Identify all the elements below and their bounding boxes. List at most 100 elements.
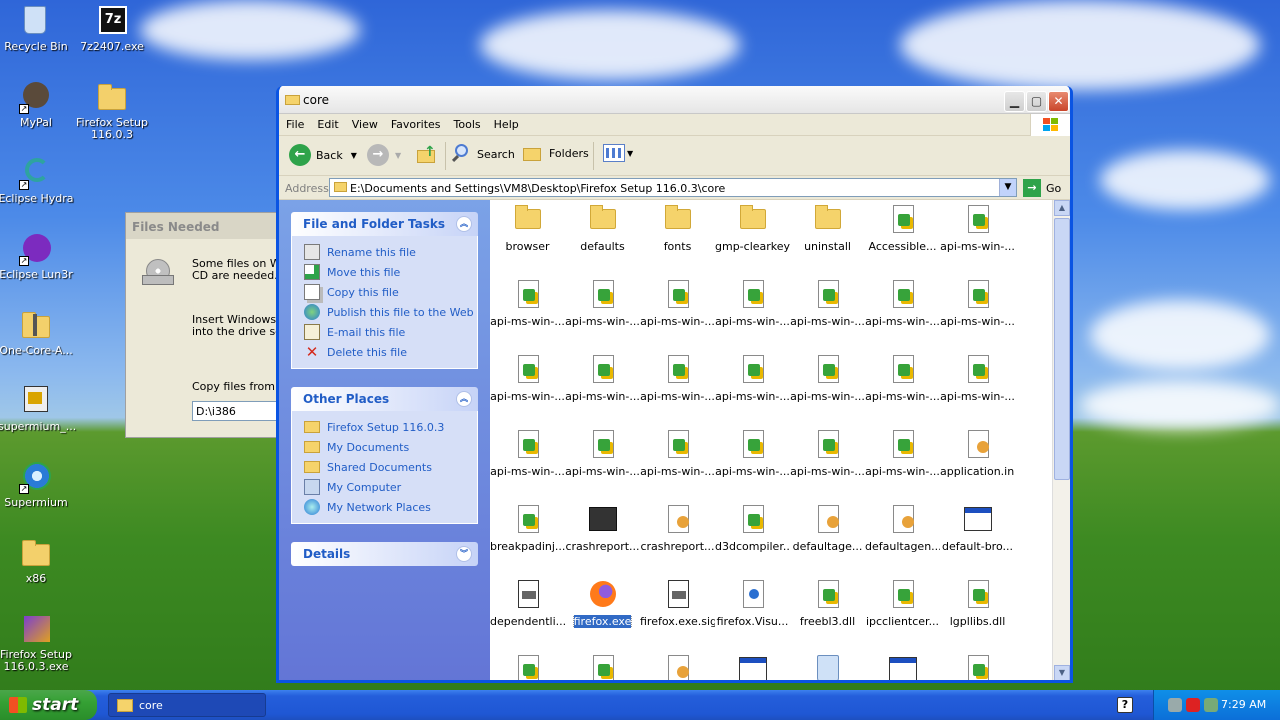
file-item[interactable]: d3dcompiler... bbox=[715, 503, 790, 553]
menu-tools[interactable]: Tools bbox=[447, 114, 487, 131]
task-move-file[interactable]: Move this file bbox=[304, 262, 477, 282]
scroll-up-button[interactable]: ▲ bbox=[1054, 200, 1070, 216]
file-item[interactable]: browser bbox=[490, 203, 565, 253]
file-item[interactable]: uninstall bbox=[790, 203, 865, 253]
file-item[interactable]: api-ms-win-... bbox=[640, 428, 715, 478]
clock[interactable]: 7:29 AM bbox=[1221, 698, 1266, 711]
menu-help[interactable]: Help bbox=[487, 114, 525, 131]
file-item[interactable]: api-ms-win-... bbox=[790, 278, 865, 328]
task-delete-file[interactable]: ✕ Delete this file bbox=[304, 342, 477, 362]
collapse-chevron-icon[interactable]: ︽ bbox=[456, 391, 472, 407]
file-item[interactable]: firefox.exe bbox=[565, 578, 640, 628]
task-rename-file[interactable]: Rename this file bbox=[304, 242, 477, 262]
file-item[interactable]: defaults bbox=[565, 203, 640, 253]
place-firefox-setup[interactable]: Firefox Setup 116.0.3 bbox=[304, 417, 477, 437]
file-folder-tasks-header[interactable]: File and Folder Tasks ︽ bbox=[291, 212, 478, 236]
file-item[interactable]: defaultage... bbox=[790, 503, 865, 553]
back-button[interactable]: ← Back ▼ bbox=[289, 144, 357, 166]
file-item[interactable]: api-ms-win-... bbox=[940, 203, 1015, 253]
file-item[interactable]: api-ms-win-... bbox=[490, 428, 565, 478]
file-item[interactable]: crashreport... bbox=[640, 503, 715, 553]
file-item[interactable]: api-ms-win-... bbox=[715, 353, 790, 403]
file-item[interactable] bbox=[940, 653, 1015, 680]
file-item[interactable]: api-ms-win-... bbox=[940, 353, 1015, 403]
maximize-button[interactable]: ▢ bbox=[1026, 91, 1047, 112]
views-button[interactable]: ▼ bbox=[603, 144, 633, 162]
file-item[interactable]: default-bro... bbox=[940, 503, 1015, 553]
task-copy-file[interactable]: Copy this file bbox=[304, 282, 477, 302]
file-item[interactable]: application.ini bbox=[940, 428, 1015, 478]
file-item[interactable]: ipcclientcer... bbox=[865, 578, 940, 628]
file-item[interactable]: firefox.exe.sig bbox=[640, 578, 715, 628]
desktop-icon-x86[interactable]: x86 bbox=[0, 536, 74, 585]
search-button[interactable]: Search bbox=[451, 144, 515, 164]
file-item[interactable]: api-ms-win-... bbox=[865, 278, 940, 328]
file-item[interactable] bbox=[715, 653, 790, 680]
file-item[interactable]: api-ms-win-... bbox=[640, 278, 715, 328]
up-folder-button[interactable]: ↑ bbox=[417, 144, 439, 164]
file-item[interactable]: api-ms-win-... bbox=[715, 428, 790, 478]
file-item[interactable]: defaultagen... bbox=[865, 503, 940, 553]
help-icon[interactable]: ? bbox=[1117, 697, 1133, 713]
file-item[interactable]: dependentli... bbox=[490, 578, 565, 628]
details-header[interactable]: Details ︾ bbox=[291, 542, 478, 566]
file-item[interactable]: crashreport... bbox=[565, 503, 640, 553]
desktop-icon-mypal[interactable]: ↗ MyPal bbox=[0, 80, 74, 129]
minimize-button[interactable]: ▁ bbox=[1004, 91, 1025, 112]
network-tray-icon[interactable] bbox=[1168, 698, 1182, 712]
file-item[interactable]: api-ms-win-... bbox=[565, 353, 640, 403]
desktop-icon-recycle-bin[interactable]: Recycle Bin bbox=[0, 4, 74, 53]
folders-button[interactable]: Folders bbox=[523, 144, 589, 162]
file-item[interactable]: api-ms-win-... bbox=[940, 278, 1015, 328]
explorer-window[interactable]: core ▁ ▢ ✕ File Edit View Favorites Tools Hel… bbox=[276, 86, 1073, 683]
other-places-header[interactable]: Other Places ︽ bbox=[291, 387, 478, 411]
file-item[interactable]: breakpadinj... bbox=[490, 503, 565, 553]
file-item[interactable]: Accessible... bbox=[865, 203, 940, 253]
file-item[interactable] bbox=[565, 653, 640, 680]
file-item[interactable] bbox=[790, 653, 865, 680]
menu-edit[interactable]: Edit bbox=[310, 114, 344, 131]
file-item[interactable]: api-ms-win-... bbox=[865, 353, 940, 403]
file-item[interactable]: api-ms-win-... bbox=[565, 278, 640, 328]
start-button[interactable]: start bbox=[0, 690, 97, 720]
file-item[interactable]: gmp-clearkey bbox=[715, 203, 790, 253]
back-dropdown-icon[interactable]: ▼ bbox=[351, 151, 357, 160]
safely-remove-icon[interactable] bbox=[1204, 698, 1218, 712]
menu-view[interactable]: View bbox=[345, 114, 384, 131]
file-item[interactable]: api-ms-win-... bbox=[490, 353, 565, 403]
address-input[interactable]: E:\Documents and Settings\VM8\Desktop\Fi… bbox=[329, 178, 1017, 197]
file-item[interactable]: api-ms-win-... bbox=[565, 428, 640, 478]
desktop-icon-firefox-setup-exe[interactable]: Firefox Setup 116.0.3.exe bbox=[0, 612, 74, 673]
scroll-thumb[interactable] bbox=[1054, 218, 1070, 480]
task-publish-web[interactable]: Publish this file to the Web bbox=[304, 302, 477, 322]
security-shield-icon[interactable] bbox=[1186, 698, 1200, 712]
file-item[interactable]: api-ms-win-... bbox=[790, 428, 865, 478]
desktop-icon-eclipse-lun3r[interactable]: ↗ Eclipse Lun3r bbox=[0, 232, 74, 281]
place-shared-documents[interactable]: Shared Documents bbox=[304, 457, 477, 477]
expand-chevron-icon[interactable]: ︾ bbox=[456, 546, 472, 562]
menu-file[interactable]: File bbox=[279, 114, 310, 131]
file-item[interactable]: firefox.Visu... bbox=[715, 578, 790, 628]
vertical-scrollbar[interactable]: ▲ ▼ bbox=[1052, 200, 1070, 680]
menu-favorites[interactable]: Favorites bbox=[384, 114, 447, 131]
desktop-icon-one-core[interactable]: One-Core-A... bbox=[0, 308, 74, 357]
place-my-computer[interactable]: My Computer bbox=[304, 477, 477, 497]
file-item[interactable] bbox=[640, 653, 715, 680]
address-dropdown-icon[interactable]: ▼ bbox=[999, 179, 1016, 196]
place-my-documents[interactable]: My Documents bbox=[304, 437, 477, 457]
desktop-icon-7z[interactable]: 7z 7z2407.exe bbox=[74, 4, 150, 53]
file-item[interactable] bbox=[490, 653, 565, 680]
file-item[interactable]: lgpllibs.dll bbox=[940, 578, 1015, 628]
go-button[interactable]: → Go bbox=[1023, 179, 1061, 197]
desktop-icon-supermium[interactable]: ↗ Supermium bbox=[0, 460, 74, 509]
file-item[interactable] bbox=[865, 653, 940, 680]
file-item[interactable]: freebl3.dll bbox=[790, 578, 865, 628]
task-email-file[interactable]: E-mail this file bbox=[304, 322, 477, 342]
file-item[interactable]: api-ms-win-... bbox=[715, 278, 790, 328]
place-my-network[interactable]: My Network Places bbox=[304, 497, 477, 517]
file-item[interactable]: api-ms-win-... bbox=[490, 278, 565, 328]
file-item[interactable]: fonts bbox=[640, 203, 715, 253]
collapse-chevron-icon[interactable]: ︽ bbox=[456, 216, 472, 232]
desktop-icon-firefox-setup-folder[interactable]: Firefox Setup 116.0.3 bbox=[74, 80, 150, 141]
file-item[interactable]: api-ms-win-... bbox=[790, 353, 865, 403]
